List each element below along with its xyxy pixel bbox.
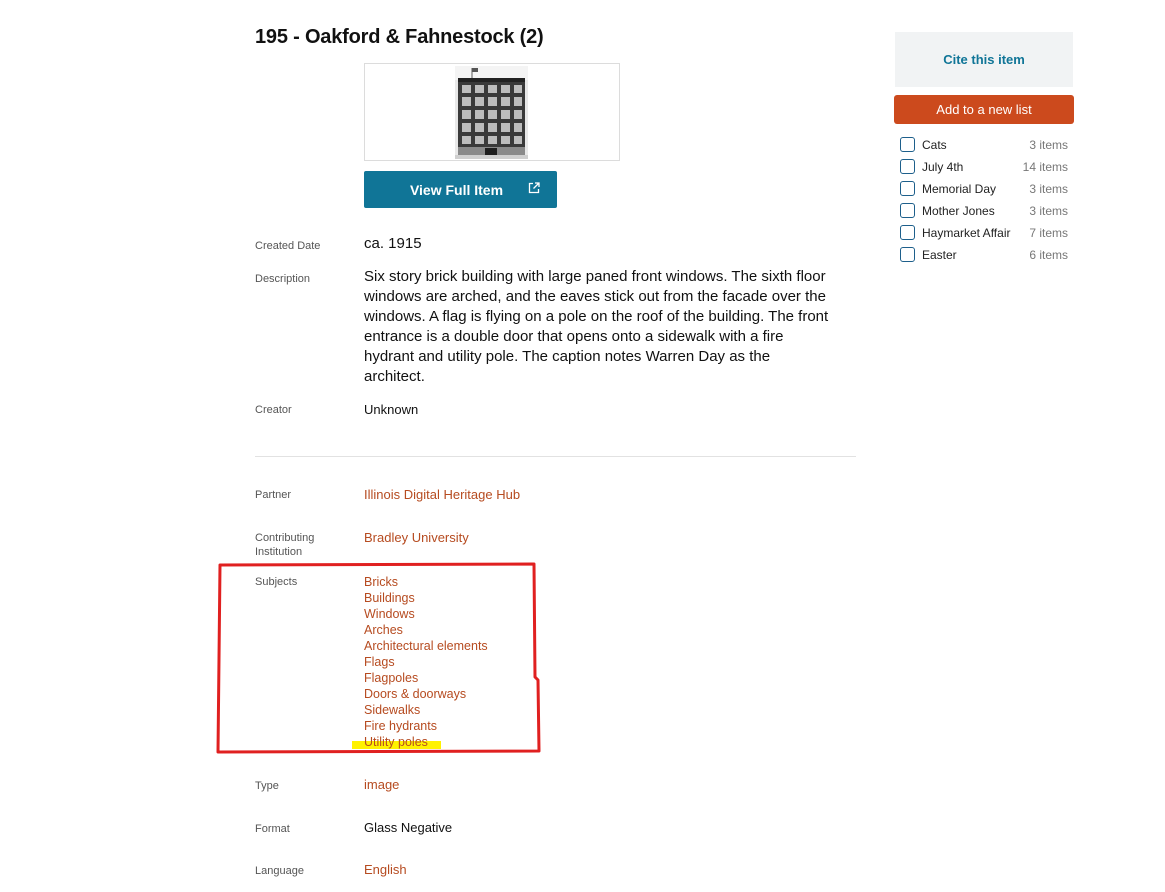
list-name: Easter xyxy=(922,248,957,262)
item-title: 195 - Oakford & Fahnestock (2) xyxy=(255,26,544,48)
subjects-label: Subjects xyxy=(255,576,298,588)
language-link[interactable]: English xyxy=(364,862,407,877)
created-date-value: ca. 1915 xyxy=(364,235,422,252)
format-value: Glass Negative xyxy=(364,820,453,835)
description-label: Description xyxy=(255,273,311,285)
list-item[interactable]: July 4th 14 items xyxy=(900,158,1068,180)
list-checkbox[interactable] xyxy=(900,181,915,196)
subject-link[interactable]: Bricks xyxy=(364,575,398,589)
list-checkbox[interactable] xyxy=(900,159,915,174)
list-item[interactable]: Cats 3 items xyxy=(900,136,1068,158)
list-item[interactable]: Mother Jones 3 items xyxy=(900,202,1068,224)
list-item[interactable]: Memorial Day 3 items xyxy=(900,180,1068,202)
list-count: 6 items xyxy=(1029,248,1068,262)
list-name: July 4th xyxy=(922,160,964,174)
list-checkbox[interactable] xyxy=(900,137,915,152)
view-full-item-button[interactable]: View Full Item xyxy=(364,171,557,208)
subject-link[interactable]: Flagpoles xyxy=(364,671,418,685)
view-full-item-label: View Full Item xyxy=(409,181,504,198)
subjects-list: Bricks Buildings Windows Arches Architec… xyxy=(364,574,488,750)
format-label: Format xyxy=(255,823,290,835)
list-name: Memorial Day xyxy=(922,182,997,196)
saved-lists: Cats 3 items July 4th 14 items Memorial Da… xyxy=(900,136,1068,268)
creator-value: Unknown xyxy=(364,402,419,417)
creator-label: Creator xyxy=(255,404,292,416)
subject-link[interactable]: Utility poles xyxy=(364,735,428,749)
partner-label: Partner xyxy=(255,489,292,501)
subject-link[interactable]: Windows xyxy=(364,607,415,621)
external-link-icon xyxy=(528,182,540,194)
description-value: Six story brick building with large pane… xyxy=(364,268,829,385)
contributing-institution-label: Contributing Institution xyxy=(255,532,315,558)
type-label: Type xyxy=(255,780,279,792)
list-name: Cats xyxy=(922,138,947,152)
add-to-new-list-button[interactable]: Add to a new list xyxy=(894,95,1074,124)
list-checkbox[interactable] xyxy=(900,247,915,262)
language-label: Language xyxy=(255,865,304,877)
list-item[interactable]: Easter 6 items xyxy=(900,246,1068,268)
subject-link[interactable]: Architectural elements xyxy=(364,639,488,653)
list-item[interactable]: Haymarket Affair 7 items xyxy=(900,224,1068,246)
list-name: Mother Jones xyxy=(922,204,995,218)
building-thumbnail[interactable] xyxy=(455,66,528,159)
subject-link[interactable]: Arches xyxy=(364,623,403,637)
contributing-institution-link[interactable]: Bradley University xyxy=(364,530,469,545)
section-divider xyxy=(255,456,856,457)
type-link[interactable]: image xyxy=(364,777,399,792)
cite-this-item-button[interactable]: Cite this item xyxy=(895,32,1073,87)
created-date-label: Created Date xyxy=(255,240,321,252)
subject-link[interactable]: Flags xyxy=(364,655,395,669)
list-count: 3 items xyxy=(1029,138,1068,152)
subject-link[interactable]: Sidewalks xyxy=(364,703,420,717)
subject-link[interactable]: Doors & doorways xyxy=(364,687,466,701)
partner-link[interactable]: Illinois Digital Heritage Hub xyxy=(364,487,520,502)
subject-link[interactable]: Fire hydrants xyxy=(364,719,437,733)
list-name: Haymarket Affair xyxy=(922,226,1011,240)
list-count: 3 items xyxy=(1029,182,1068,196)
list-count: 7 items xyxy=(1029,226,1068,240)
list-checkbox[interactable] xyxy=(900,203,915,218)
thumbnail-frame[interactable] xyxy=(364,63,620,161)
subject-link[interactable]: Buildings xyxy=(364,591,415,605)
list-checkbox[interactable] xyxy=(900,225,915,240)
list-count: 14 items xyxy=(1022,160,1068,174)
list-count: 3 items xyxy=(1029,204,1068,218)
